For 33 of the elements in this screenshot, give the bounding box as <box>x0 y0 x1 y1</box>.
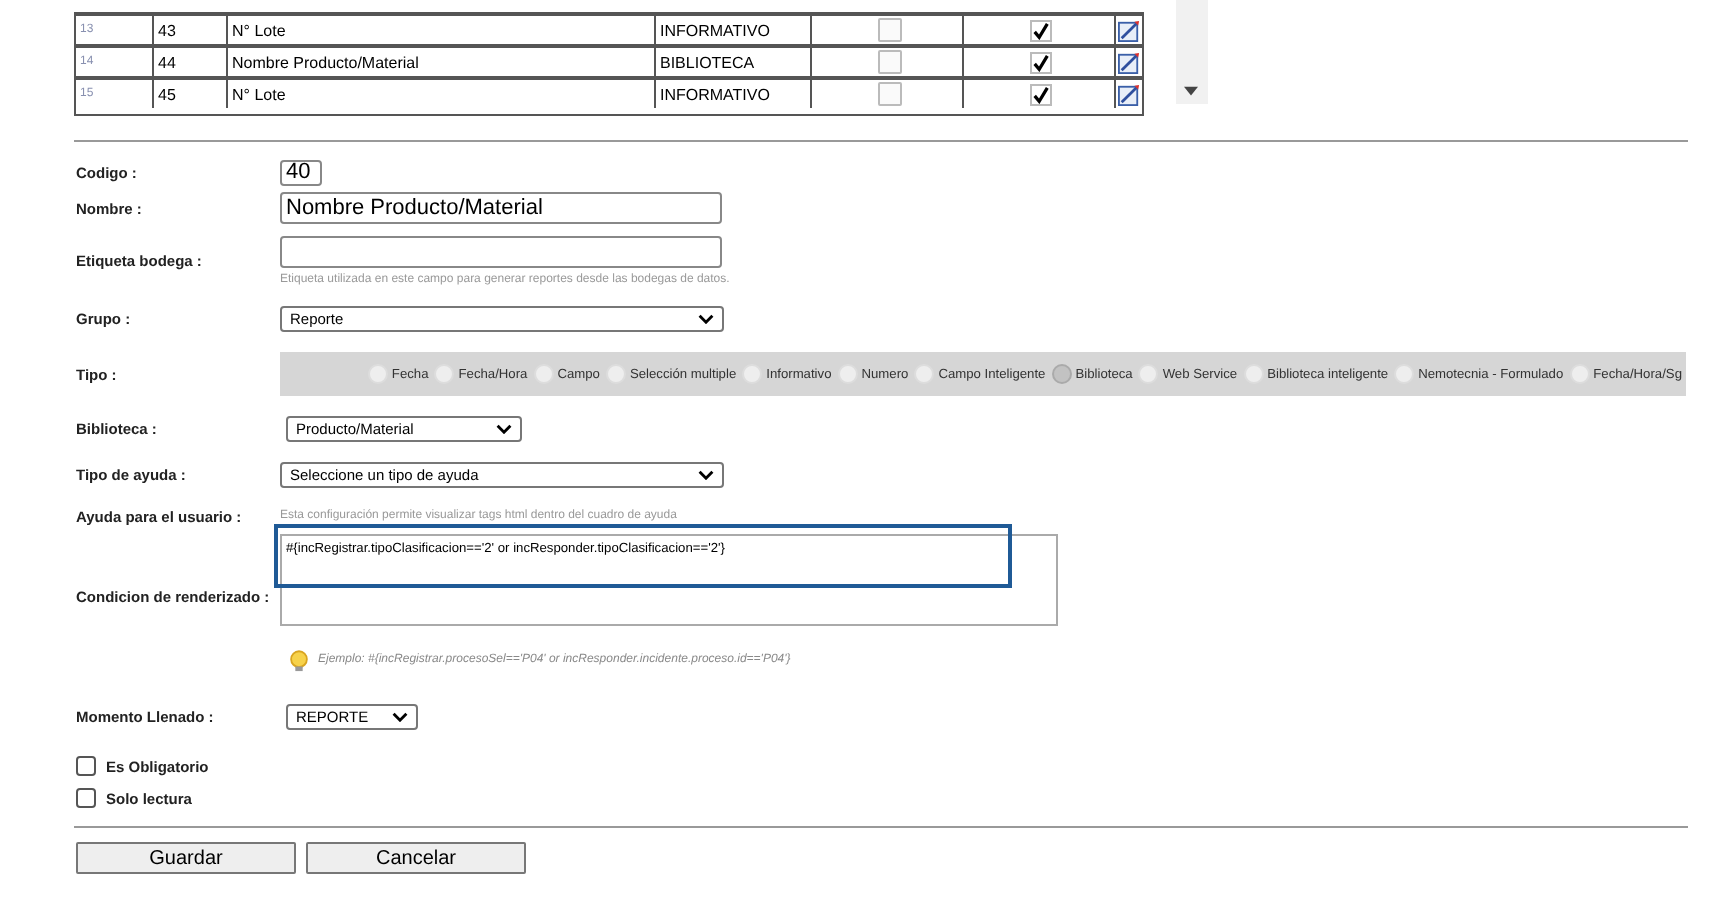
table-cell: INFORMATIVO <box>654 16 810 44</box>
row-checkbox[interactable] <box>877 18 901 42</box>
table-cell: N° Lote <box>226 16 654 44</box>
label-field[interactable] <box>280 235 722 267</box>
chevron-icon <box>496 423 512 433</box>
table-cell: BIBLIOTECA <box>654 48 810 76</box>
radio-button[interactable] <box>1051 364 1072 384</box>
row-checkbox[interactable] <box>877 82 901 106</box>
edit-icon[interactable] <box>1118 83 1140 105</box>
checkmark-icon[interactable] <box>1030 83 1052 105</box>
checkbox[interactable] <box>76 756 96 776</box>
checkbox[interactable] <box>76 788 96 808</box>
checkmark-icon[interactable] <box>1030 19 1052 41</box>
chevron-icon <box>698 313 714 323</box>
checkmark-icon[interactable] <box>1030 51 1052 73</box>
chevron-icon <box>698 469 714 479</box>
table-cell: N° Lote <box>226 80 654 108</box>
scrollbar[interactable] <box>1176 0 1208 104</box>
table-cell: 43 <box>152 16 226 44</box>
edit-icon[interactable] <box>1118 19 1140 41</box>
chevron-icon <box>392 711 408 721</box>
name-field[interactable]: Nombre Producto/Material <box>280 192 722 224</box>
table-cell: Nombre Producto/Material <box>226 48 654 76</box>
row-checkbox[interactable] <box>877 50 901 74</box>
table-cell: 44 <box>152 48 226 76</box>
lightbulb-icon <box>288 649 310 671</box>
table-cell: INFORMATIVO <box>654 80 810 108</box>
code-field[interactable]: 40 <box>280 159 322 185</box>
table-cell: 45 <box>152 80 226 108</box>
form-button[interactable]: Cancelar <box>306 842 526 874</box>
form-button[interactable]: Guardar <box>76 842 296 874</box>
edit-icon[interactable] <box>1118 51 1140 73</box>
scroll-down-icon[interactable] <box>1184 86 1198 96</box>
